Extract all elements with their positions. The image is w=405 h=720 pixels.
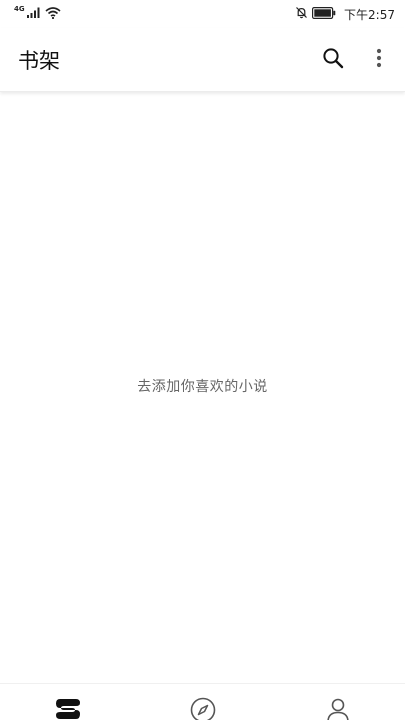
compass-icon bbox=[190, 697, 216, 720]
more-vertical-icon bbox=[376, 48, 382, 72]
app-bar: 书架 bbox=[0, 28, 405, 92]
more-options-button[interactable] bbox=[359, 40, 399, 80]
nav-item-bookshelf[interactable] bbox=[0, 684, 135, 720]
user-icon bbox=[326, 697, 350, 720]
empty-state-message[interactable]: 去添加你喜欢的小说 bbox=[137, 376, 268, 396]
wifi-icon bbox=[45, 6, 61, 22]
bell-off-icon bbox=[295, 6, 308, 22]
search-icon bbox=[322, 47, 344, 73]
status-time: 下午2:57 bbox=[344, 7, 395, 22]
bookshelf-icon bbox=[54, 697, 82, 720]
bottom-nav bbox=[0, 683, 405, 720]
bookshelf-content: 去添加你喜欢的小说 bbox=[0, 93, 405, 683]
battery-icon bbox=[312, 6, 336, 22]
nav-item-profile[interactable] bbox=[270, 684, 405, 720]
nav-item-discover[interactable] bbox=[135, 684, 270, 720]
status-left: 4G bbox=[14, 5, 61, 22]
cell-signal-icon bbox=[26, 7, 41, 21]
page-title: 书架 bbox=[18, 48, 60, 73]
status-bar: 4G 下午2:57 bbox=[0, 0, 405, 28]
search-button[interactable] bbox=[313, 40, 353, 80]
network-type-label: 4G bbox=[14, 5, 25, 13]
status-right: 下午2:57 bbox=[295, 6, 395, 23]
screen: 4G 下午2:57 书架 去添加你喜欢的小说 bbox=[0, 0, 405, 720]
